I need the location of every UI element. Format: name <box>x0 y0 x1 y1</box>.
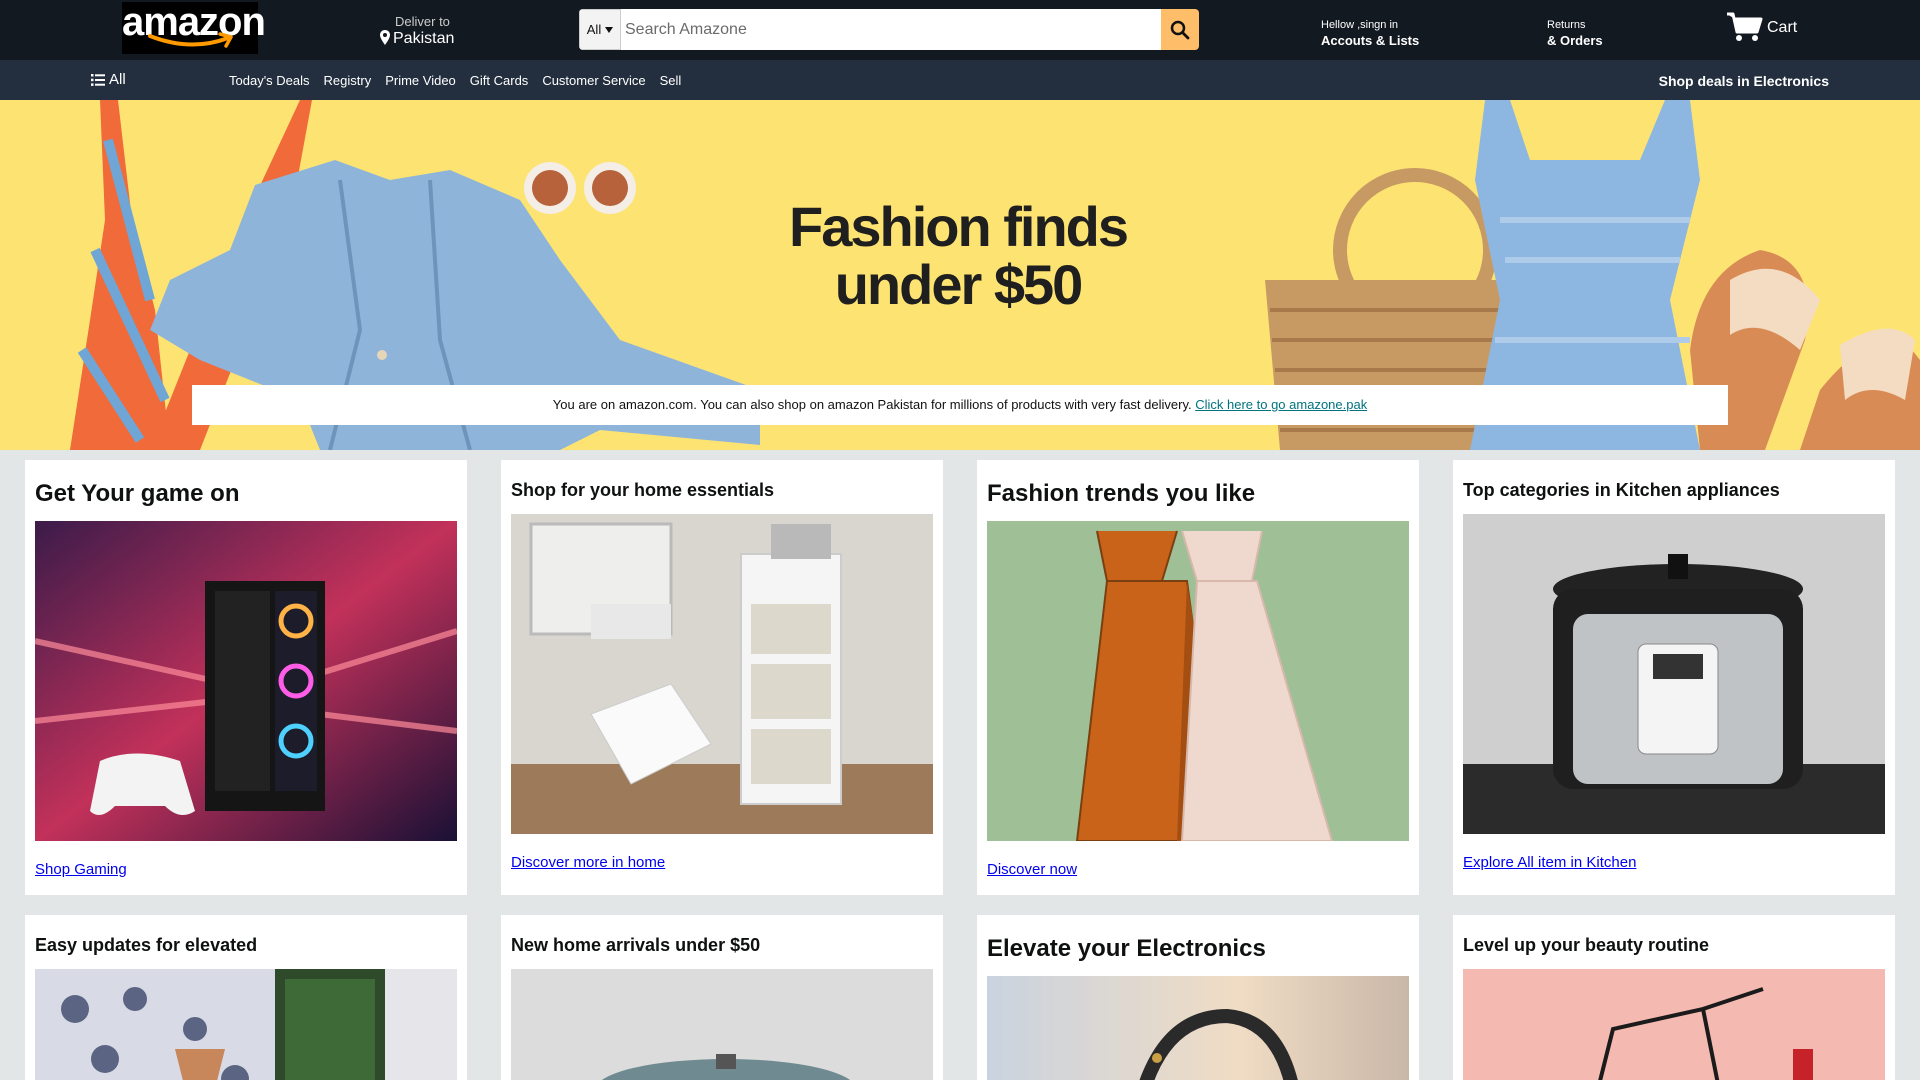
card-title: Elevate your Electronics <box>987 935 1266 962</box>
sub-nav: All Today's Deals Registry Prime Video G… <box>0 60 1920 100</box>
slip-dresses-image <box>987 520 1409 841</box>
card-link[interactable]: Discover now <box>987 861 1409 878</box>
search-bar: All <box>579 9 1199 50</box>
card-gaming: Get Your game on Shop Gaming <box>25 460 467 895</box>
card-kitchen: Top categories in Kitchen appliances Exp… <box>1453 460 1895 895</box>
deliver-location-text: Pakistan <box>393 30 455 47</box>
returns-line2: & Orders <box>1547 33 1603 48</box>
new-home-arrivals-image[interactable] <box>511 968 933 1080</box>
electronics-image[interactable] <box>987 975 1409 1080</box>
card-home-essentials: Shop for your home essentials Discover m… <box>501 460 943 895</box>
gaming-pc-image <box>35 520 457 841</box>
pressure-cooker-image <box>1463 513 1885 834</box>
dutch-oven-image <box>511 968 933 1080</box>
wallpaper-decor-image <box>35 968 457 1080</box>
beauty-image[interactable] <box>1463 968 1885 1080</box>
nav-link-todays-deals[interactable]: Today's Deals <box>229 73 310 88</box>
card-easy-updates: Easy updates for elevated <box>25 915 467 1080</box>
card-title: Fashion trends you like <box>987 480 1256 507</box>
account-label: Accouts & Lists <box>1321 33 1420 48</box>
notice-banner: You are on amazon.com. You can also shop… <box>192 385 1728 425</box>
cart-button[interactable]: Cart <box>1727 12 1797 42</box>
all-menu-label: All <box>109 71 126 88</box>
card-title: Level up your beauty routine <box>1463 935 1710 955</box>
nav-links: Today's Deals Registry Prime Video Gift … <box>229 73 681 88</box>
home-essentials-image[interactable] <box>511 513 933 834</box>
nav-link-customer-service[interactable]: Customer Service <box>542 73 645 88</box>
beauty-products-image <box>1463 968 1885 1080</box>
all-menu-button[interactable]: All <box>91 71 126 88</box>
card-fashion-trends: Fashion trends you like Discover now <box>977 460 1419 895</box>
card-title: New home arrivals under $50 <box>511 935 761 955</box>
card-title: Shop for your home essentials <box>511 480 775 500</box>
returns-orders[interactable]: Returns & Orders <box>1547 19 1603 48</box>
account-lists[interactable]: Hellow ,singn in Accouts & Lists <box>1321 19 1419 48</box>
location-pin-icon <box>380 30 390 45</box>
card-link[interactable]: Shop Gaming <box>35 861 457 878</box>
nav-link-gift-cards[interactable]: Gift Cards <box>470 73 529 88</box>
hero-banner[interactable]: Fashion finds under $50 You are on amazo… <box>0 100 1920 450</box>
search-category-value: All <box>586 22 602 37</box>
fashion-trends-image[interactable] <box>987 520 1409 841</box>
kitchen-image[interactable] <box>1463 513 1885 834</box>
returns-line1: Returns <box>1547 19 1586 31</box>
notice-text: You are on amazon.com. You can also shop… <box>552 397 1192 412</box>
smile-arrow-icon <box>148 32 233 48</box>
card-link[interactable]: Discover more in home <box>511 854 933 871</box>
search-input[interactable] <box>621 9 1161 50</box>
card-electronics: Elevate your Electronics <box>977 915 1419 1080</box>
account-greeting: Hellow ,singn in <box>1321 19 1399 31</box>
card-beauty: Level up your beauty routine <box>1453 915 1895 1080</box>
deliver-location: Pakistan <box>380 29 454 49</box>
hero-title-line2: under $50 <box>834 253 1084 316</box>
search-icon <box>1170 20 1190 39</box>
gaming-image[interactable] <box>35 520 457 841</box>
nav-promo-link[interactable]: Shop deals in Electronics <box>1659 73 1829 89</box>
deliver-to[interactable]: Deliver to Pakistan <box>380 14 454 49</box>
storage-cabinet-image <box>511 513 933 834</box>
card-title: Top categories in Kitchen appliances <box>1463 480 1780 500</box>
cart-label: Cart <box>1767 19 1798 36</box>
card-title: Easy updates for elevated <box>35 935 258 955</box>
deliver-label: Deliver to <box>395 14 450 29</box>
card-new-home-arrivals: New home arrivals under $50 <box>501 915 943 1080</box>
cart-icon <box>1727 12 1763 41</box>
hero-title-line1: Fashion finds <box>789 195 1129 258</box>
top-nav: amazon Deliver to Pakistan All Hellow ,s… <box>0 0 1920 60</box>
card-title: Get Your game on <box>35 480 240 507</box>
search-button[interactable] <box>1161 9 1199 50</box>
amazon-logo[interactable]: amazon <box>122 2 266 54</box>
card-link[interactable]: Explore All item in Kitchen <box>1463 854 1885 871</box>
nav-link-registry[interactable]: Registry <box>324 73 372 88</box>
nav-link-prime-video[interactable]: Prime Video <box>385 73 456 88</box>
easy-updates-image[interactable] <box>35 968 457 1080</box>
notice-link[interactable]: Click here to go amazone.pak <box>1195 397 1367 412</box>
menu-icon <box>91 73 105 86</box>
headphones-image <box>987 975 1409 1080</box>
hero-title: Fashion finds under $50 <box>758 198 1158 314</box>
nav-link-sell[interactable]: Sell <box>660 73 682 88</box>
caret-down-icon <box>605 26 614 33</box>
search-category-select[interactable]: All <box>579 9 621 50</box>
